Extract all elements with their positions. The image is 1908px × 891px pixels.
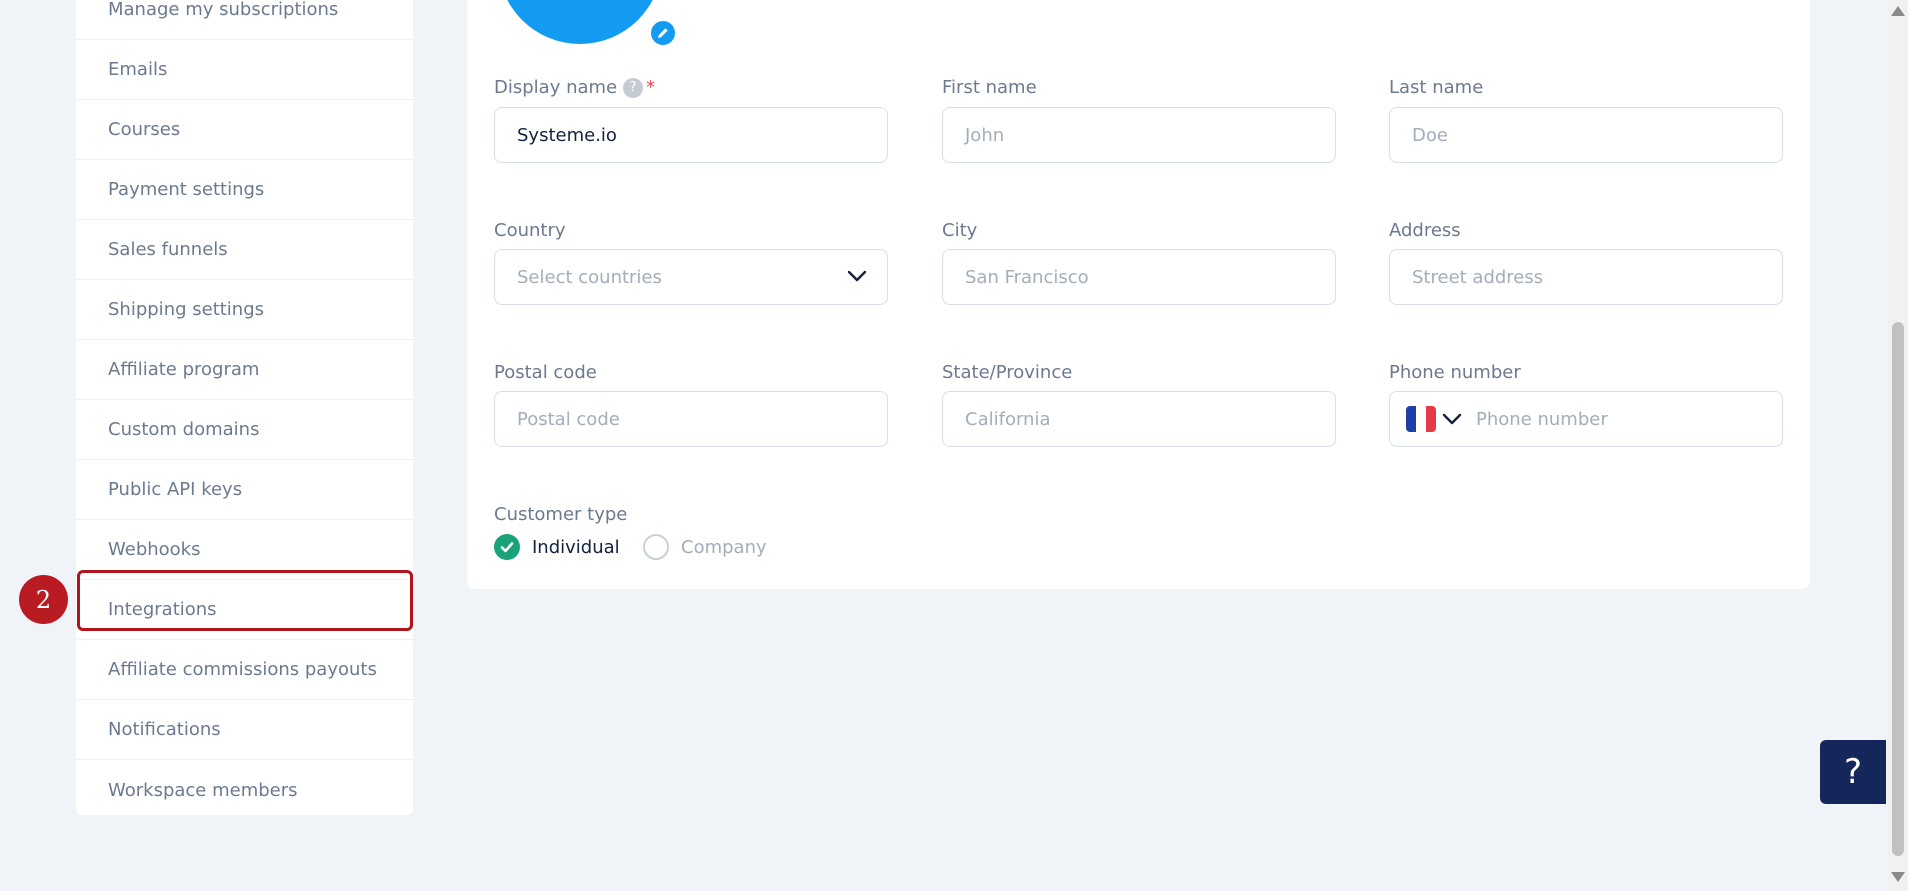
phone-input[interactable]: Phone number bbox=[1389, 391, 1783, 447]
sidebar-item-affiliate-program[interactable]: Affiliate program bbox=[76, 340, 413, 400]
france-flag-icon[interactable] bbox=[1406, 406, 1436, 432]
customer-type-company-radio[interactable]: Company bbox=[643, 534, 767, 560]
sidebar-item-label: Emails bbox=[108, 59, 168, 80]
sidebar-item-affiliate-commissions-payouts[interactable]: Affiliate commissions payouts bbox=[76, 640, 413, 700]
address-input[interactable]: Street address bbox=[1389, 249, 1783, 305]
display-name-input[interactable]: Systeme.io bbox=[494, 107, 888, 163]
sidebar-item-shipping-settings[interactable]: Shipping settings bbox=[76, 280, 413, 340]
postal-code-label: Postal code bbox=[494, 362, 597, 383]
sidebar-item-payment-settings[interactable]: Payment settings bbox=[76, 160, 413, 220]
sidebar-item-label: Sales funnels bbox=[108, 239, 228, 260]
first-name-label: First name bbox=[942, 77, 1037, 98]
sidebar-item-webhooks[interactable]: Webhooks bbox=[76, 520, 413, 580]
last-name-input[interactable]: Doe bbox=[1389, 107, 1783, 163]
sidebar-item-label: Webhooks bbox=[108, 539, 201, 560]
sidebar-item-label: Shipping settings bbox=[108, 299, 265, 320]
help-icon[interactable]: ? bbox=[623, 77, 644, 98]
customer-type-label: Customer type bbox=[494, 504, 628, 525]
country-select[interactable]: Select countries bbox=[494, 249, 888, 305]
address-label: Address bbox=[1389, 220, 1461, 241]
state-label: State/Province bbox=[942, 362, 1073, 383]
edit-avatar-button[interactable] bbox=[648, 18, 678, 48]
checkmark-icon bbox=[494, 534, 520, 560]
sidebar-item-label: Integrations bbox=[108, 599, 217, 620]
sidebar-item-label: Affiliate program bbox=[108, 359, 260, 380]
sidebar-item-courses[interactable]: Courses bbox=[76, 100, 413, 160]
city-input[interactable]: San Francisco bbox=[942, 249, 1336, 305]
sidebar-item-label: Affiliate commissions payouts bbox=[108, 659, 377, 680]
scroll-down-arrow-icon[interactable] bbox=[1891, 872, 1905, 882]
sidebar-item-manage-subscriptions[interactable]: Manage my subscriptions bbox=[76, 0, 413, 40]
sidebar-item-notifications[interactable]: Notifications bbox=[76, 700, 413, 760]
first-name-input[interactable]: John bbox=[942, 107, 1336, 163]
individual-label: Individual bbox=[532, 536, 620, 558]
company-label: Company bbox=[681, 536, 767, 558]
city-placeholder: San Francisco bbox=[965, 266, 1089, 288]
sidebar-item-label: Public API keys bbox=[108, 479, 243, 500]
settings-sidebar: Manage my subscriptions Emails Courses P… bbox=[76, 0, 413, 815]
display-name-value: Systeme.io bbox=[517, 124, 617, 146]
scroll-up-arrow-icon[interactable] bbox=[1891, 6, 1905, 16]
help-button[interactable]: ? bbox=[1820, 740, 1886, 804]
last-name-label: Last name bbox=[1389, 77, 1484, 98]
address-placeholder: Street address bbox=[1412, 266, 1544, 288]
sidebar-item-sales-funnels[interactable]: Sales funnels bbox=[76, 220, 413, 280]
city-label: City bbox=[942, 220, 978, 241]
last-name-placeholder: Doe bbox=[1412, 124, 1448, 146]
sidebar-item-label: Workspace members bbox=[108, 779, 298, 801]
sidebar-item-label: Courses bbox=[108, 119, 181, 140]
chevron-down-icon[interactable] bbox=[1442, 412, 1462, 426]
sidebar-item-label: Manage my subscriptions bbox=[108, 0, 339, 20]
state-placeholder: California bbox=[965, 408, 1051, 430]
sidebar-item-label: Custom domains bbox=[108, 419, 260, 440]
scrollbar-thumb[interactable] bbox=[1892, 322, 1904, 856]
first-name-placeholder: John bbox=[965, 124, 1005, 146]
sidebar-item-emails[interactable]: Emails bbox=[76, 40, 413, 100]
step-number-badge: 2 bbox=[19, 575, 68, 624]
sidebar-item-label: Notifications bbox=[108, 719, 221, 740]
postal-code-input[interactable]: Postal code bbox=[494, 391, 888, 447]
sidebar-item-label: Payment settings bbox=[108, 179, 265, 200]
customer-type-individual-radio[interactable]: Individual bbox=[494, 534, 620, 560]
required-mark: * bbox=[646, 77, 656, 98]
phone-label: Phone number bbox=[1389, 362, 1521, 383]
display-name-label: Display name? * bbox=[494, 77, 655, 98]
country-placeholder: Select countries bbox=[517, 266, 662, 288]
chevron-down-icon bbox=[847, 270, 867, 282]
display-name-label-text: Display name bbox=[494, 77, 618, 98]
phone-placeholder: Phone number bbox=[1476, 408, 1608, 430]
radio-empty-icon bbox=[643, 534, 669, 560]
sidebar-item-integrations[interactable]: Integrations bbox=[76, 580, 413, 640]
country-label: Country bbox=[494, 220, 566, 241]
sidebar-item-custom-domains[interactable]: Custom domains bbox=[76, 400, 413, 460]
state-input[interactable]: California bbox=[942, 391, 1336, 447]
sidebar-item-workspace-members[interactable]: Workspace members bbox=[76, 760, 413, 820]
postal-code-placeholder: Postal code bbox=[517, 408, 620, 430]
pencil-icon bbox=[658, 28, 668, 38]
sidebar-item-public-api-keys[interactable]: Public API keys bbox=[76, 460, 413, 520]
